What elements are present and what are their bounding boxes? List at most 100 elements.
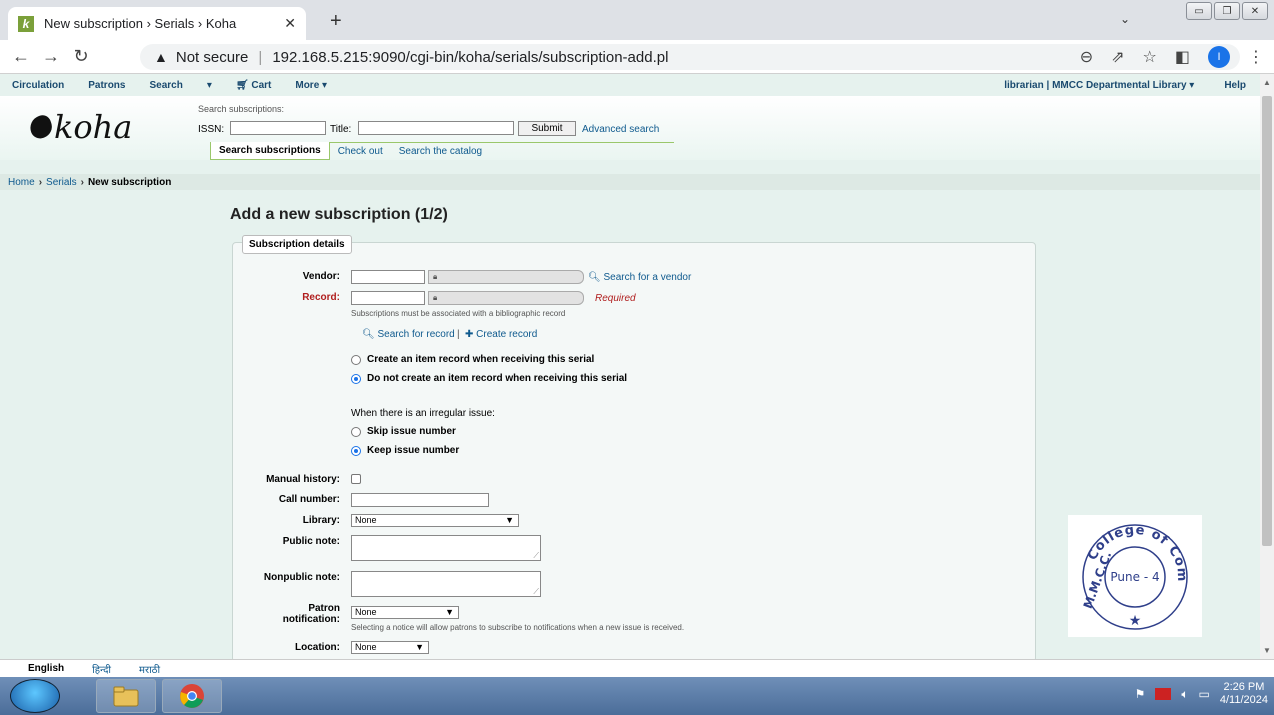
record-id-input[interactable]: [351, 291, 425, 305]
zoom-icon[interactable]: ⊖: [1080, 47, 1093, 67]
radio-unchecked[interactable]: [351, 354, 361, 365]
nav-more[interactable]: More ▾: [283, 80, 339, 91]
nonpublic-note-label: Nonpublic note:: [263, 572, 340, 583]
page-scrollbar[interactable]: ▲ ▼: [1260, 74, 1274, 659]
no-item-radio[interactable]: Do not create an item record when receiv…: [351, 373, 627, 384]
lang-hindi[interactable]: हिन्दी: [78, 662, 125, 676]
share-icon[interactable]: ⇗: [1111, 47, 1124, 67]
nav-search[interactable]: Search: [137, 80, 194, 91]
minimize-icon[interactable]: ▭: [1186, 2, 1212, 20]
nav-cart[interactable]: 🛒︎ Cart: [224, 80, 284, 91]
call-number-label: Call number:: [278, 494, 340, 505]
url-text: 192.168.5.215:9090/cgi-bin/koha/serials/…: [272, 48, 669, 66]
security-alert-icon[interactable]: [1155, 688, 1172, 700]
scroll-up-icon[interactable]: ▲: [1263, 78, 1271, 87]
new-tab-icon[interactable]: +: [330, 10, 342, 33]
patron-notification-select[interactable]: None ▼: [351, 606, 459, 619]
search-vendor-link[interactable]: 🔍︎ Search for a vendor: [588, 272, 691, 283]
search-record-link[interactable]: 🔍︎ Search for record: [362, 329, 455, 340]
nav-patrons[interactable]: Patrons: [76, 80, 137, 91]
volume-icon[interactable]: 🔈︎: [1181, 687, 1188, 702]
cart-icon: 🛒︎: [235, 79, 252, 91]
record-hint: Subscriptions must be associated with a …: [351, 309, 566, 318]
skip-issue-label: Skip issue number: [367, 426, 456, 437]
breadcrumb-serials[interactable]: Serials: [46, 177, 77, 188]
reload-icon[interactable]: ↻: [66, 46, 96, 67]
restore-icon[interactable]: ❐: [1214, 2, 1240, 20]
college-stamp: College of Commerce M.M.C.C. Pune - 4 ★: [1061, 504, 1202, 637]
keep-issue-radio[interactable]: Keep issue number: [351, 445, 459, 456]
scroll-down-icon[interactable]: ▼: [1263, 646, 1271, 655]
tab-check-out[interactable]: Check out: [330, 143, 391, 160]
advanced-search-link[interactable]: Advanced search: [582, 124, 659, 135]
radio-unchecked[interactable]: [351, 426, 361, 437]
stamp-star-icon: ★: [1129, 612, 1142, 628]
koha-logo[interactable]: koha: [26, 108, 132, 146]
chrome-taskbar-button[interactable]: [162, 679, 222, 713]
browser-tab-bar: k New subscription › Serials › Koha ✕ + …: [0, 0, 1274, 40]
issn-input[interactable]: [230, 121, 326, 135]
close-window-icon[interactable]: ✕: [1242, 2, 1268, 20]
koha-page: Circulation Patrons Search ▾ 🛒︎ Cart Mor…: [0, 74, 1260, 659]
url-separator: |: [258, 48, 263, 66]
nav-search-dropdown[interactable]: ▾: [195, 80, 224, 91]
vendor-name-readonly: 🔒︎: [428, 270, 584, 284]
tab-search-subscriptions[interactable]: Search subscriptions: [210, 142, 330, 160]
forward-icon[interactable]: →: [36, 46, 66, 67]
title-label: Title:: [330, 124, 352, 135]
address-bar[interactable]: ▲ Not secure | 192.168.5.215:9090/cgi-bi…: [140, 44, 1240, 70]
create-record-link[interactable]: ✚ Create record: [465, 329, 537, 340]
side-panel-icon[interactable]: ◧: [1175, 47, 1190, 67]
nav-circulation[interactable]: Circulation: [0, 80, 76, 91]
vendor-label: Vendor:: [302, 271, 340, 282]
location-select[interactable]: None ▼: [351, 641, 429, 654]
chevron-down-icon: ▼: [415, 642, 424, 652]
title-input[interactable]: [358, 121, 514, 135]
lang-english[interactable]: English: [0, 663, 78, 674]
public-note-label: Public note:: [282, 536, 340, 547]
file-explorer-taskbar-button[interactable]: [96, 679, 156, 713]
user-library-menu[interactable]: librarian | MMCC Departmental Library ▾: [1004, 80, 1194, 91]
browser-tab[interactable]: k New subscription › Serials › Koha ✕: [8, 7, 306, 40]
windows-start-icon[interactable]: [10, 679, 60, 713]
bookmark-star-icon[interactable]: ☆: [1143, 47, 1157, 67]
link-separator: |: [457, 329, 460, 340]
public-note-textarea[interactable]: [351, 535, 541, 561]
no-item-label: Do not create an item record when receiv…: [367, 373, 628, 384]
submit-button[interactable]: Submit: [518, 121, 576, 136]
back-icon[interactable]: ←: [6, 46, 36, 67]
skip-issue-radio[interactable]: Skip issue number: [351, 426, 456, 437]
windows-taskbar: ⚑ 🔈︎ ▭ 2:26 PM 4/11/2024: [0, 677, 1274, 715]
action-center-flag-icon[interactable]: ⚑: [1135, 687, 1146, 701]
create-item-radio[interactable]: Create an item record when receiving thi…: [351, 354, 594, 365]
keep-issue-label: Keep issue number: [367, 445, 460, 456]
patron-notification-label-line1: Patron: [308, 603, 340, 614]
radio-checked[interactable]: [351, 445, 361, 456]
taskbar-clock[interactable]: 2:26 PM 4/11/2024: [1220, 681, 1268, 707]
nav-help[interactable]: Help: [1224, 80, 1246, 91]
profile-avatar[interactable]: I: [1208, 46, 1230, 68]
koha-logo-icon: [26, 112, 56, 142]
issn-label: ISSN:: [198, 124, 225, 135]
menu-kebab-icon[interactable]: ⋮: [1248, 47, 1264, 67]
create-record-label: Create record: [476, 329, 538, 340]
manual-history-checkbox[interactable]: [351, 474, 361, 484]
location-label: Location:: [295, 642, 340, 653]
close-tab-icon[interactable]: ✕: [284, 15, 296, 32]
nav-cart-label: Cart: [251, 79, 272, 91]
radio-checked[interactable]: [351, 373, 361, 384]
tab-search-catalog[interactable]: Search the catalog: [391, 143, 490, 160]
warning-icon: ▲: [154, 49, 168, 65]
call-number-input[interactable]: [351, 493, 489, 507]
library-select[interactable]: None ▼: [351, 514, 519, 527]
nonpublic-note-textarea[interactable]: [351, 571, 541, 597]
location-select-value: None: [355, 642, 377, 652]
network-icon[interactable]: ▭: [1199, 687, 1210, 701]
breadcrumb-chevron-icon: ›: [80, 176, 84, 188]
tab-search-chevron-icon[interactable]: ⌄: [1120, 12, 1130, 26]
breadcrumb-home[interactable]: Home: [8, 177, 35, 188]
lang-marathi[interactable]: मराठी: [125, 662, 174, 676]
scrollbar-thumb[interactable]: [1262, 96, 1272, 546]
browser-action-icons: ⊖ ⇗ ☆ ◧ I ⋮: [1080, 46, 1264, 68]
vendor-id-input[interactable]: [351, 270, 425, 284]
